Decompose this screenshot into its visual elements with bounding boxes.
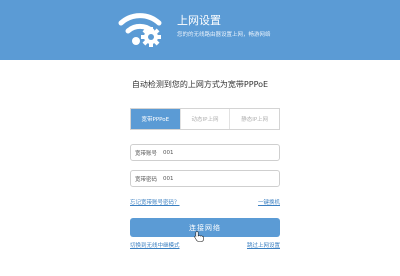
forgot-credentials-link[interactable]: 忘记宽带账号密码？ [130,198,180,206]
tab-pppoe[interactable]: 宽带PPPoE [131,109,180,129]
connect-button[interactable]: 连接网络 [130,218,280,237]
page-subtitle: 您的的无线路由器设置上网，畅游网络 [177,32,271,38]
account-value: 001 [163,149,174,156]
page-title: 上网设置 [177,14,221,27]
tab-dynamic-ip[interactable]: 动态IP上网 [179,109,230,129]
wifi-settings-icon [118,13,162,47]
connection-type-tabs: 宽带PPPoE 动态IP上网 静态IP上网 [130,108,280,130]
password-label: 宽带密码 [135,176,158,183]
tab-static-ip[interactable]: 静态IP上网 [229,109,279,129]
wireless-relay-link[interactable]: 切换到无线中继模式 [130,241,180,249]
skip-setup-link[interactable]: 跳过上网设置 [247,241,280,249]
account-label: 宽带账号 [135,150,158,157]
password-value: 001 [163,175,174,182]
password-field[interactable]: 宽带密码 001 [130,170,280,187]
detection-message: 自动检测到您的上网方式为宽带PPPoE [131,80,269,89]
account-field[interactable]: 宽带账号 001 [130,144,280,161]
hand-cursor-icon [194,231,204,242]
one-click-switch-link[interactable]: 一键换机 [258,198,280,206]
header-banner: 上网设置 您的的无线路由器设置上网，畅游网络 [0,0,400,60]
